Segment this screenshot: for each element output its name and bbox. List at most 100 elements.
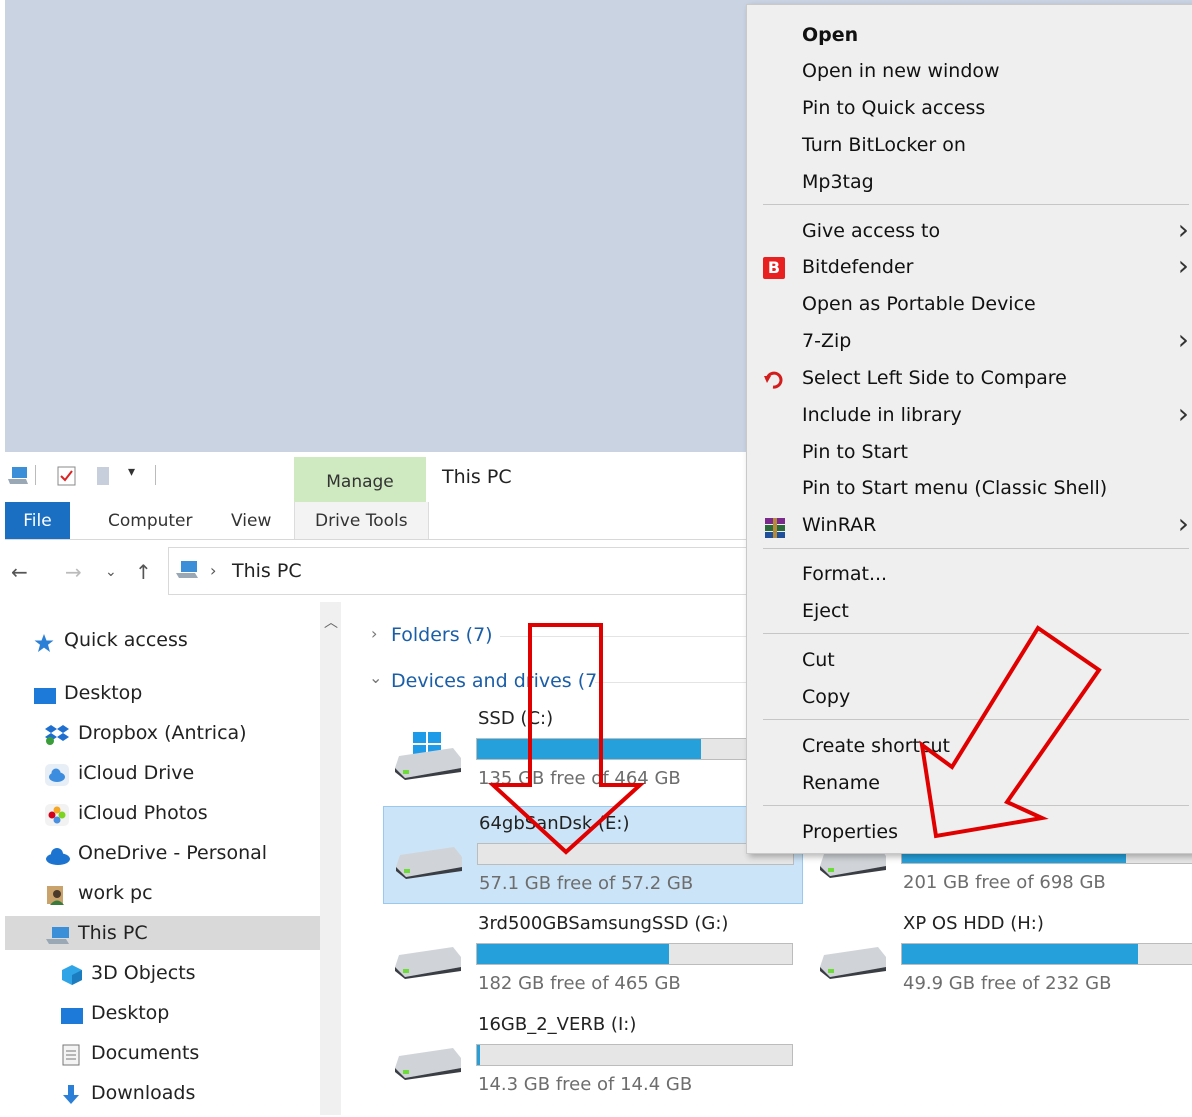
menu-item-bitdefender[interactable]: B Bitdefender › [747,249,1192,285]
chevron-down-icon[interactable]: ⌄ [369,668,382,687]
drive-tile-e[interactable]: 64gbSanDsk (E:) 57.1 GB free of 57.2 GB [383,806,803,904]
submenu-chevron-icon: › [1177,507,1189,540]
drive-name: 3rd500GBSamsungSSD (G:) [478,913,729,934]
cube-icon [60,963,82,985]
tab-view[interactable]: View [231,502,271,539]
up-arrow-icon[interactable]: ↑ [135,560,152,584]
menu-item-pin-start-classic-shell[interactable]: Pin to Start menu (Classic Shell) [747,470,1192,506]
menu-item-mp3tag[interactable]: Mp3tag [747,164,1192,200]
group-divider [500,636,750,637]
menu-item-7zip[interactable]: 7-Zip › [747,323,1192,359]
submenu-chevron-icon: › [1177,397,1189,430]
nav-item-label: 3D Objects [91,962,196,984]
onedrive-icon [45,843,70,865]
download-arrow-icon [60,1083,82,1104]
menu-item-cut[interactable]: Cut [747,642,1192,678]
hard-drive-icon [394,845,464,883]
menu-item-select-left-compare[interactable]: Select Left Side to Compare [747,360,1192,396]
nav-item-this-pc[interactable]: This PC [5,916,320,950]
menu-item-format[interactable]: Format... [747,556,1192,592]
icloud-icon [45,763,69,786]
drive-tile-g[interactable]: 3rd500GBSamsungSSD (G:) 182 GB free of 4… [383,907,801,1003]
quick-access-toolbar: ▾ [5,452,295,497]
breadcrumb-this-pc[interactable]: This PC [232,560,302,582]
menu-item-portable-device[interactable]: Open as Portable Device [747,286,1192,322]
properties-check-icon[interactable] [57,466,77,490]
context-menu: Open Open in new window Pin to Quick acc… [746,4,1192,854]
drive-usage-bar [476,1044,793,1066]
compare-icon [763,368,785,390]
nav-item-label: OneDrive - Personal [78,842,268,864]
recent-locations-chevron-icon[interactable]: ⌄ [105,564,117,580]
hard-drive-icon [393,1046,463,1084]
user-icon [45,883,67,905]
drive-free-space: 201 GB free of 698 GB [903,872,1106,893]
group-header-devices[interactable]: Devices and drives (7) [391,670,605,692]
menu-item-open-new-window[interactable]: Open in new window [747,53,1192,89]
drive-name: 64gbSanDsk (E:) [479,813,630,834]
toolbar-divider [155,465,156,485]
menu-item-rename[interactable]: Rename [747,765,1192,801]
bitdefender-icon: B [763,257,785,279]
hard-drive-icon [393,746,463,784]
drive-tile-c[interactable]: SSD (C:) 135 GB free of 464 GB [383,702,801,798]
photos-icon [45,803,69,826]
drive-free-space: 57.1 GB free of 57.2 GB [479,873,694,894]
nav-item-label: Downloads [91,1082,196,1104]
drive-name: 16GB_2_VERB (I:) [478,1014,637,1035]
menu-item-copy[interactable]: Copy [747,679,1192,715]
nav-pane-scrollbar[interactable]: ︿ [320,602,341,1115]
menu-item-properties[interactable]: Properties [747,814,1192,850]
nav-item-label: Quick access [64,629,188,651]
drive-free-space: 14.3 GB free of 14.4 GB [478,1074,693,1095]
new-folder-icon[interactable] [95,466,111,490]
menu-item-give-access[interactable]: Give access to › [747,213,1192,249]
menu-separator [763,548,1189,549]
menu-item-create-shortcut[interactable]: Create shortcut [747,728,1192,764]
group-header-folders[interactable]: Folders (7) [391,624,493,646]
menu-item-bitlocker[interactable]: Turn BitLocker on [747,127,1192,163]
chevron-right-icon[interactable]: › [371,624,377,643]
drive-usage-bar [901,943,1192,965]
tab-computer[interactable]: Computer [108,502,193,539]
document-icon [60,1043,82,1066]
customize-toolbar-icon[interactable]: ▾ [128,464,135,480]
tab-file[interactable]: File [5,502,70,539]
star-icon [33,630,55,652]
drive-usage-fill [477,944,670,964]
nav-item-label: Documents [91,1042,200,1064]
drive-usage-fill [477,739,701,759]
forward-arrow-icon[interactable]: → [65,560,82,584]
tab-drive-tools[interactable]: Drive Tools [294,502,429,539]
scroll-up-icon[interactable]: ︿ [324,612,338,632]
menu-item-pin-quick-access[interactable]: Pin to Quick access [747,90,1192,126]
hard-drive-icon [818,945,888,983]
nav-item-label: iCloud Drive [78,762,195,784]
address-row: ← → ⌄ ↑ › This PC [5,540,759,600]
menu-separator [763,805,1189,806]
breadcrumb-chevron-icon[interactable]: › [210,561,216,580]
back-arrow-icon[interactable]: ← [11,560,28,584]
menu-item-open[interactable]: Open [747,17,1192,53]
drive-usage-fill [477,1045,481,1065]
desktop-folder-icon [60,1003,83,1024]
menu-item-include-library[interactable]: Include in library › [747,397,1192,433]
drive-usage-bar [476,943,793,965]
toolbar-divider [35,465,36,485]
manage-tab[interactable]: Manage [294,457,426,502]
menu-item-winrar[interactable]: WinRAR › [747,507,1192,543]
submenu-chevron-icon: › [1177,323,1189,356]
nav-item-label: work pc [78,882,153,904]
drive-name: XP OS HDD (H:) [903,913,1044,934]
group-divider [595,682,750,683]
drive-tile-h[interactable]: XP OS HDD (H:) 49.9 GB free of 232 GB [808,907,1192,1003]
drive-free-space: 49.9 GB free of 232 GB [903,973,1112,994]
hard-drive-icon [393,945,463,983]
desktop-folder-icon [33,683,56,704]
menu-item-pin-start[interactable]: Pin to Start [747,434,1192,470]
menu-item-eject[interactable]: Eject [747,593,1192,629]
drive-free-space: 135 GB free of 464 GB [478,768,681,789]
nav-item-label: Dropbox (Antrica) [78,722,247,744]
drive-tile-i[interactable]: 16GB_2_VERB (I:) 14.3 GB free of 14.4 GB [383,1008,801,1104]
drive-free-space: 182 GB free of 465 GB [478,973,681,994]
